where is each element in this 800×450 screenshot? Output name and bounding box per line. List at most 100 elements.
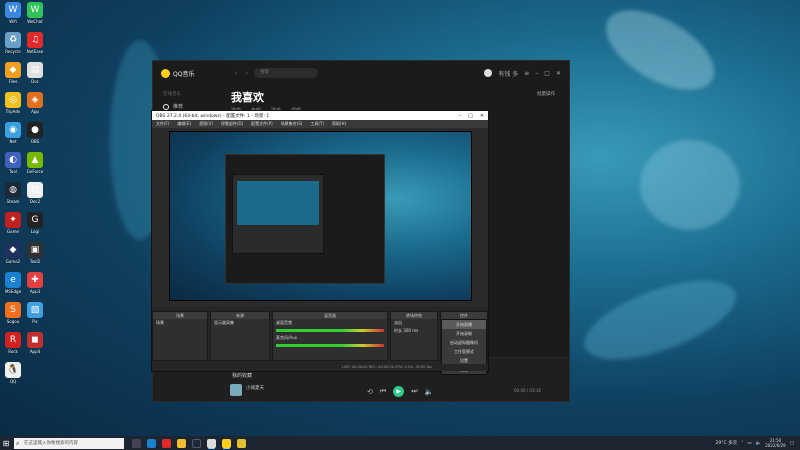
- app-icon: ♫: [27, 32, 43, 48]
- wallpaper-streak: [574, 264, 746, 376]
- song-title[interactable]: 小城夏天: [246, 385, 264, 391]
- clock[interactable]: 21:50 2022/6/29: [765, 438, 786, 448]
- desktop-icon[interactable]: W WeChat: [20, 2, 50, 32]
- app-taskbar-icon[interactable]: [237, 438, 246, 448]
- system-tray: 29°C 多云 ˄ ▭ 🔈 21:50 2022/6/29 ▢: [716, 438, 800, 448]
- desktop-icon-label: Game2: [5, 259, 21, 264]
- desktop-icon-label: Pic: [32, 319, 38, 324]
- explorer-icon[interactable]: [177, 438, 186, 448]
- app-icon: ▲: [27, 152, 43, 168]
- app-icon: ▣: [27, 242, 43, 258]
- menu-tools[interactable]: 工具(T): [310, 121, 324, 127]
- app-icon: ◉: [5, 122, 21, 138]
- desktop-icon-label: OBS: [30, 139, 40, 144]
- avatar[interactable]: [484, 69, 493, 77]
- app-icon: ✦: [5, 212, 21, 228]
- menu-file[interactable]: 文件(F): [156, 121, 169, 127]
- desktop-icon[interactable]: ▲ GeForce: [20, 152, 50, 182]
- dock-header: 转场特效: [391, 312, 437, 319]
- studio-mode-button[interactable]: 工作室模式: [442, 347, 486, 356]
- netease-icon[interactable]: [162, 438, 171, 448]
- steam-icon[interactable]: [192, 438, 201, 448]
- obs-status-bar: LIVE: 00:00:00 REC: 00:00:00 CPU: 1.0%, …: [152, 364, 488, 371]
- player-controls: ⟲ ⏮ ▶ ⏭ 🔈: [367, 386, 433, 397]
- source-item[interactable]: 显示器采集: [211, 319, 269, 327]
- menu-docks[interactable]: 停靠部件(D): [221, 121, 243, 127]
- app-icon: S: [5, 302, 21, 318]
- qq-search-input[interactable]: 搜索: [254, 68, 319, 78]
- menu-profile[interactable]: 配置文件(P): [251, 121, 273, 127]
- desktop-icon[interactable]: ▤ Doc2: [20, 182, 50, 212]
- sidebar-item-recommend[interactable]: 推荐: [163, 103, 203, 110]
- app-icon: ◆: [5, 62, 21, 78]
- menu-icon[interactable]: ≡: [524, 70, 529, 77]
- scene-item[interactable]: 场景: [153, 319, 207, 327]
- menu-edit[interactable]: 编辑(E): [177, 121, 191, 127]
- task-view-icon[interactable]: [132, 438, 141, 448]
- duration-value[interactable]: 300 ms: [403, 328, 418, 333]
- desktop-icon-label: GeForce: [26, 169, 44, 174]
- album-cover[interactable]: [230, 384, 242, 396]
- recommend-icon: [163, 103, 169, 110]
- forward-icon[interactable]: ›: [245, 69, 248, 77]
- obs-title-bar: OBS 27.2.4 (64-bit, windows) - 配置文件: 1 -…: [152, 111, 488, 120]
- obs-menu-bar: 文件(F) 编辑(E) 视图(V) 停靠部件(D) 配置文件(P) 场景集合(S…: [152, 120, 488, 128]
- desktop-icon-label: NetEase: [26, 49, 44, 54]
- start-streaming-button[interactable]: 开始直播: [442, 320, 486, 329]
- menu-scene-collection[interactable]: 场景集合(S): [281, 121, 303, 127]
- start-virtual-camera-button[interactable]: 启动虚拟摄像机: [442, 338, 486, 347]
- start-recording-button[interactable]: 开始录制: [442, 329, 486, 338]
- menu-help[interactable]: 帮助(H): [332, 121, 346, 127]
- edge-icon[interactable]: [147, 438, 156, 448]
- desktop-icon[interactable]: G Logi: [20, 212, 50, 242]
- desktop-icon[interactable]: ♫ NetEase: [20, 32, 50, 62]
- mixer-track-desktop: 桌面音频: [276, 320, 292, 325]
- app-icon: ▧: [27, 302, 43, 318]
- close-icon[interactable]: ✕: [480, 113, 484, 119]
- maximize-icon[interactable]: □: [468, 113, 473, 119]
- audio-meter: [276, 344, 384, 347]
- obs-window[interactable]: OBS 27.2.4 (64-bit, windows) - 配置文件: 1 -…: [151, 110, 489, 375]
- desktop-icon[interactable]: ✚ App3: [20, 272, 50, 302]
- windows-start-icon[interactable]: ⊞: [0, 436, 12, 450]
- desktop-icon[interactable]: ▤ Doc: [20, 62, 50, 92]
- obs-preview-canvas[interactable]: [169, 131, 472, 301]
- desktop-icon-label: Tool2: [29, 259, 41, 264]
- back-icon[interactable]: ‹: [234, 69, 237, 77]
- desktop-icon[interactable]: ● OBS: [20, 122, 50, 152]
- menu-view[interactable]: 视图(V): [199, 121, 213, 127]
- prev-icon[interactable]: ⏮: [380, 387, 386, 396]
- app-icon: ✚: [27, 272, 43, 288]
- close-icon[interactable]: ✕: [556, 70, 561, 77]
- user-name[interactable]: 有钱 多: [498, 69, 518, 78]
- taskbar-search-input[interactable]: ⌕ 在这里输入你要搜索的内容: [14, 437, 124, 449]
- volume-icon[interactable]: 🔈: [425, 388, 434, 396]
- weather-widget[interactable]: 29°C 多云: [716, 440, 738, 446]
- play-button[interactable]: ▶: [393, 386, 405, 397]
- app-icon: ◆: [5, 242, 21, 258]
- desktop-icon[interactable]: ◈ App: [20, 92, 50, 122]
- desktop-icon[interactable]: ◼ App4: [20, 332, 50, 362]
- notification-icon[interactable]: ▢: [790, 441, 794, 446]
- network-icon[interactable]: ▭: [747, 441, 751, 446]
- sources-dock: 来源 显示器采集: [210, 311, 270, 361]
- maximize-icon[interactable]: □: [544, 70, 550, 77]
- batch-button[interactable]: 批量操作: [537, 91, 555, 97]
- desktop-icon-label: Doc2: [29, 199, 41, 204]
- desktop-icon[interactable]: ▧ Pic: [20, 302, 50, 332]
- loop-icon[interactable]: ⟲: [367, 388, 373, 396]
- minimize-icon[interactable]: –: [535, 70, 538, 77]
- obs-taskbar-icon[interactable]: [207, 438, 216, 448]
- app-icon: e: [5, 272, 21, 288]
- qq-music-taskbar-icon[interactable]: [222, 438, 231, 448]
- volume-icon[interactable]: 🔈: [756, 441, 762, 446]
- app-icon: ◎: [5, 92, 21, 108]
- next-icon[interactable]: ⏭: [411, 387, 417, 396]
- transition-select[interactable]: 淡出: [391, 319, 437, 327]
- sidebar-section-label: 在线音乐: [163, 92, 181, 97]
- desktop-icon[interactable]: ▣ Tool2: [20, 242, 50, 272]
- desktop-icon[interactable]: 🐧 QQ: [0, 362, 28, 392]
- tray-chevron-icon[interactable]: ˄: [741, 441, 743, 446]
- duration-row[interactable]: 时长 300 ms: [391, 327, 437, 335]
- minimize-icon[interactable]: –: [459, 113, 462, 119]
